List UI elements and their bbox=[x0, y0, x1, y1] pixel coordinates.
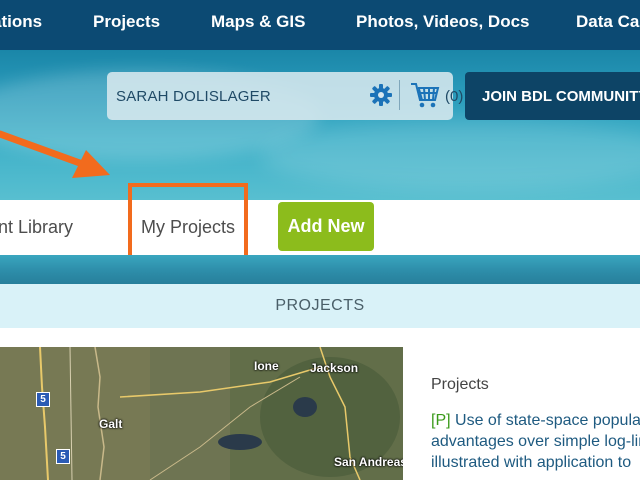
project-list-item[interactable]: [P] Use of state-space populat advantage… bbox=[431, 410, 640, 480]
project-title-line[interactable]: advantages over simple log-lin bbox=[431, 431, 640, 452]
annotation-arrow bbox=[0, 130, 110, 178]
map-label: Jackson bbox=[310, 361, 359, 375]
highway-shield-icon: 5 bbox=[56, 449, 70, 464]
cart-icon[interactable] bbox=[410, 81, 440, 114]
section-header: PROJECTS bbox=[0, 284, 640, 328]
divider bbox=[399, 80, 400, 110]
project-tag: [P] bbox=[431, 412, 451, 429]
hero-cloud bbox=[260, 120, 640, 190]
tab-document-library[interactable]: ent Library bbox=[0, 217, 73, 238]
nav-item-publications[interactable]: ations bbox=[0, 12, 42, 32]
map-label: Galt bbox=[99, 417, 123, 431]
map-label: Ione bbox=[254, 359, 279, 373]
project-map[interactable]: Ione Jackson Galt San Andreas 5 5 bbox=[0, 347, 403, 480]
project-title-line[interactable]: illustrated with application to bbox=[431, 452, 640, 473]
nav-item-data-catalog[interactable]: Data Ca bbox=[576, 12, 639, 32]
nav-item-projects[interactable]: Projects bbox=[93, 12, 160, 32]
section-title: PROJECTS bbox=[275, 297, 365, 314]
project-line: [P] Use of state-space populat bbox=[431, 410, 640, 431]
hero-strip bbox=[0, 255, 640, 284]
top-navigation: ations Projects Maps & GIS Photos, Video… bbox=[0, 0, 640, 50]
projects-heading: Projects bbox=[431, 376, 489, 393]
nav-item-photos-videos-docs[interactable]: Photos, Videos, Docs bbox=[356, 12, 530, 32]
project-title-line[interactable]: Use of state-space populat bbox=[455, 412, 640, 429]
gear-icon[interactable] bbox=[369, 83, 393, 112]
map-label: San Andreas bbox=[334, 455, 403, 469]
nav-item-maps-gis[interactable]: Maps & GIS bbox=[211, 12, 305, 32]
user-panel: SARAH DOLISLAGER (0) bbox=[107, 72, 553, 120]
join-community-button[interactable]: JOIN BDL COMMUNITY bbox=[465, 72, 640, 120]
highway-shield-icon: 5 bbox=[36, 392, 50, 407]
user-name-link[interactable]: SARAH DOLISLAGER bbox=[116, 88, 271, 105]
add-new-button[interactable]: Add New bbox=[278, 202, 374, 251]
